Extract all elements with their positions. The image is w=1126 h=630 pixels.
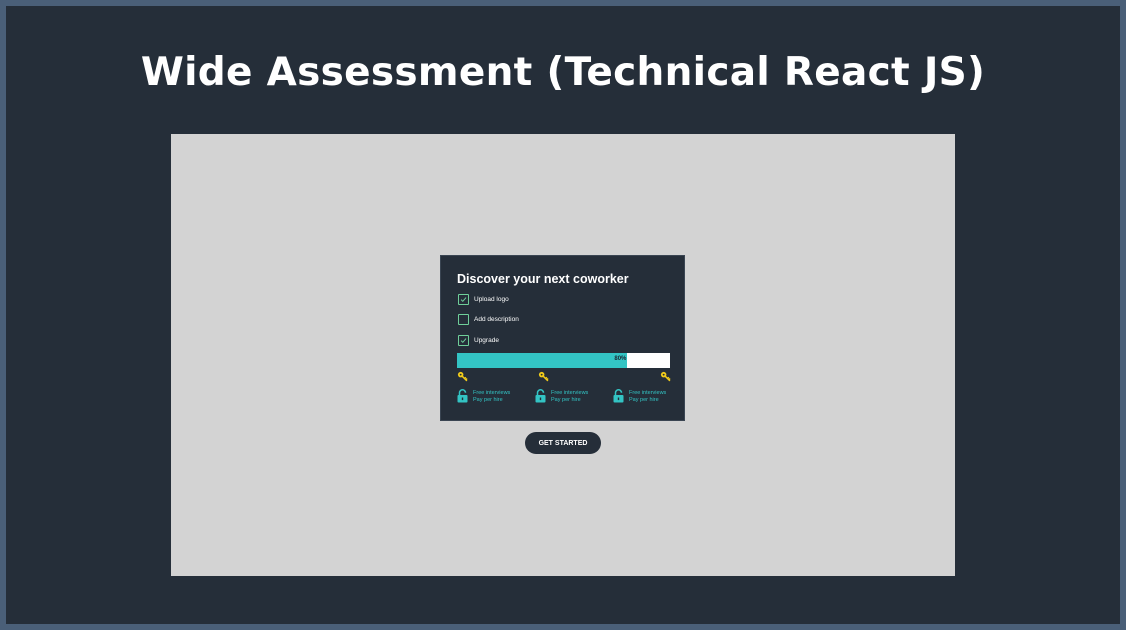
milestone-line-2: Pay per hire (629, 397, 659, 403)
task-label: Upload logo (474, 295, 509, 303)
milestone-line-2: Pay per hire (473, 397, 503, 403)
milestone-1: Free interviews Pay per hire (457, 389, 510, 404)
card-title: Discover your next coworker (457, 272, 629, 286)
unlocked-padlock-icon (457, 389, 468, 403)
milestone-line-1: Free interviews (629, 390, 667, 396)
task-label: Add description (474, 315, 519, 323)
task-checkbox[interactable] (458, 313, 469, 325)
task-upgrade[interactable]: Upgrade (458, 334, 499, 346)
progress-bar: 80% (457, 353, 670, 368)
task-add-description[interactable]: Add description (458, 313, 519, 325)
task-upload-logo[interactable]: Upload logo (458, 293, 509, 305)
page-title: Wide Assessment (Technical React JS) (140, 50, 986, 95)
task-label: Upgrade (474, 336, 499, 344)
preview-canvas: Discover your next coworker Upload logo … (171, 134, 955, 576)
checkmark-icon (460, 337, 467, 343)
get-started-button[interactable]: GET STARTED (525, 432, 601, 454)
milestone-line-2: Pay per hire (551, 397, 581, 403)
key-icon (660, 371, 671, 382)
key-icon (457, 371, 468, 382)
unlocked-padlock-icon (613, 389, 624, 403)
presentation-frame: Wide Assessment (Technical React JS) Dis… (6, 6, 1120, 624)
checkmark-icon (460, 296, 467, 302)
key-icon (538, 371, 549, 382)
task-checkbox[interactable] (458, 334, 469, 346)
milestone-line-1: Free interviews (551, 390, 589, 396)
milestone-3: Free interviews Pay per hire (613, 389, 666, 404)
onboarding-card: Discover your next coworker Upload logo … (440, 255, 685, 421)
task-checkbox[interactable] (458, 293, 469, 305)
unlocked-padlock-icon (535, 389, 546, 403)
progress-percent: 80% (614, 356, 627, 362)
milestone-2: Free interviews Pay per hire (535, 389, 588, 404)
milestone-line-1: Free interviews (473, 390, 511, 396)
progress-fill (457, 353, 628, 368)
